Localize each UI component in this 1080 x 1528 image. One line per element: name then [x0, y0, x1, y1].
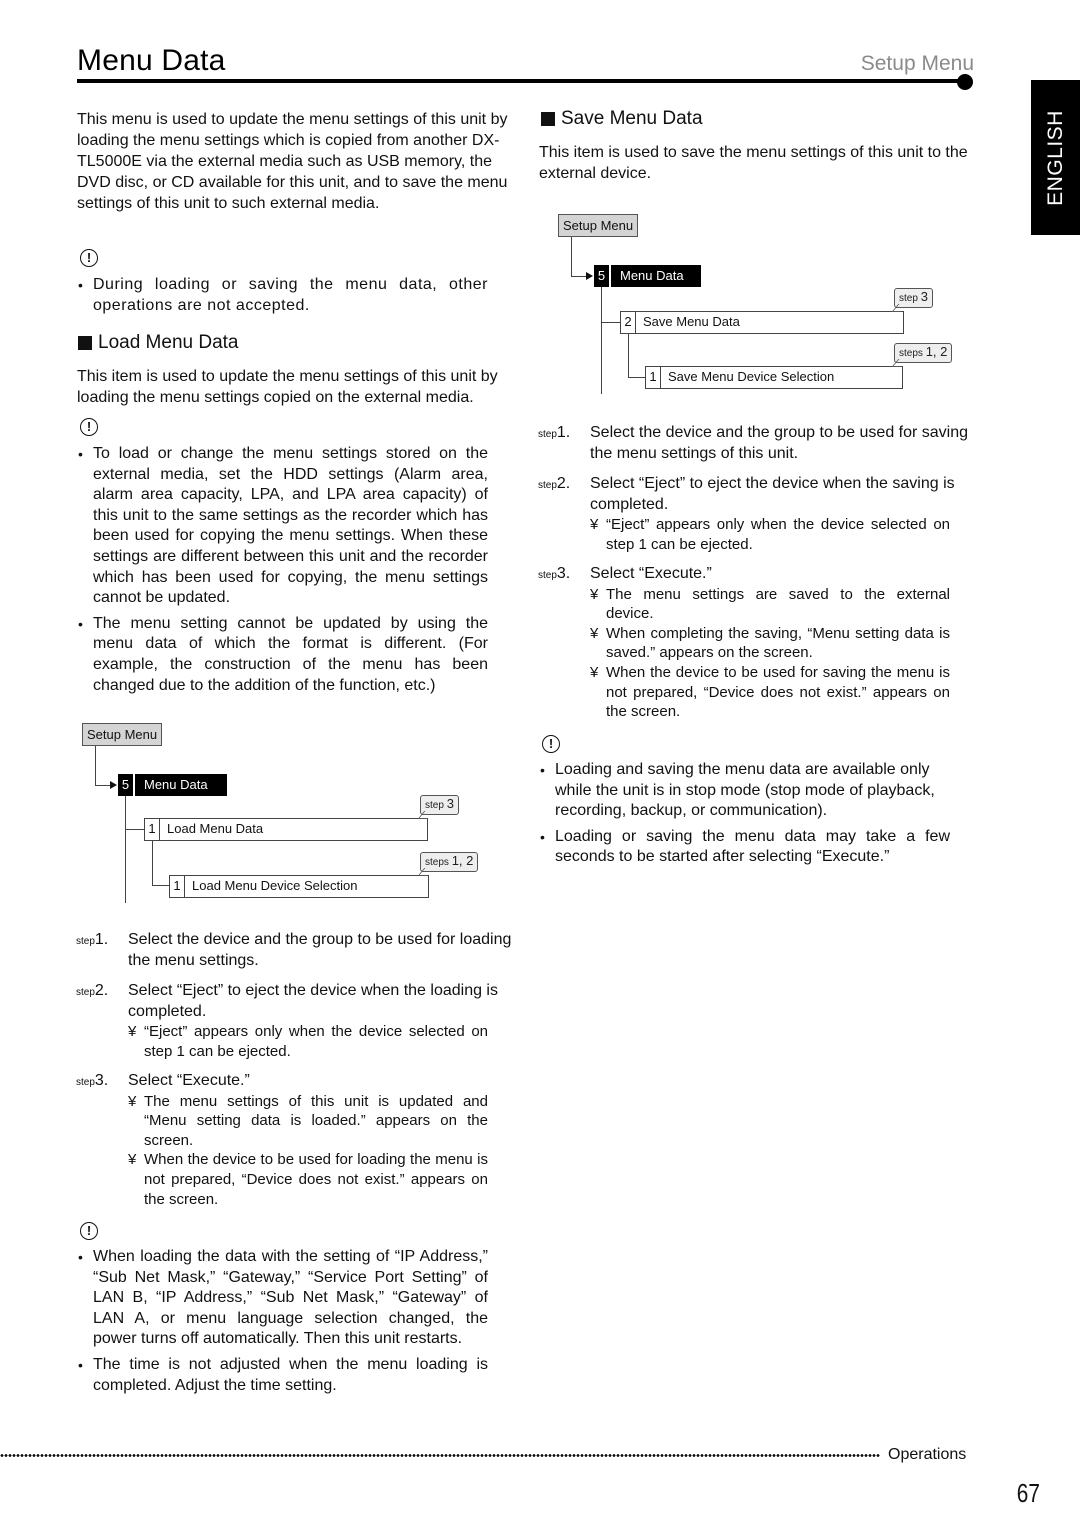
caution-icon: ! — [80, 1222, 98, 1240]
caution-icon: ! — [80, 418, 98, 436]
item-label: Load Menu Device Selection — [192, 878, 358, 893]
menu-item-load-menu-data[interactable]: 1 Load Menu Data — [144, 818, 428, 841]
step-text: Select the device and the group to be us… — [128, 931, 512, 969]
menu-label: Menu Data — [611, 265, 701, 287]
language-tab: ENGLISH — [1031, 80, 1080, 235]
item-number: 2 — [621, 312, 636, 333]
connector-line — [125, 829, 144, 831]
diagram-root-setup-menu: Setup Menu — [558, 214, 639, 237]
load-menu-diagram: Setup Menu 5 Menu Data 1 Load Menu Data … — [82, 723, 502, 903]
header-section-label: Setup Menu — [860, 52, 974, 75]
step-text: Select “Execute.” — [590, 565, 712, 583]
caution-item: Loading or saving the menu data may take… — [539, 827, 950, 868]
caution-icon: ! — [80, 249, 98, 267]
step-label: step2. — [538, 475, 571, 492]
load-heading: Load Menu Data — [78, 332, 239, 354]
step-note: ¥ The menu settings of this unit is updat… — [128, 1092, 488, 1149]
save-heading: Save Menu Data — [541, 108, 703, 130]
item-label: Save Menu Device Selection — [668, 369, 835, 384]
menu-label: Menu Data — [135, 774, 227, 796]
load-caution-list: To load or change the menu settings stor… — [77, 444, 488, 696]
step-label: step2. — [76, 982, 109, 999]
diagram-root-setup-menu: Setup Menu — [82, 723, 163, 746]
step-note: ¥ When the device to be used for loading … — [128, 1151, 488, 1208]
save-heading-text: Save Menu Data — [561, 108, 703, 129]
connector-line — [601, 287, 603, 394]
menu-item-load-device-selection[interactable]: 1 Load Menu Device Selection — [169, 875, 429, 898]
item-label: Load Menu Data — [167, 821, 264, 836]
connector-line — [628, 377, 645, 379]
item-number: 1 — [145, 819, 160, 840]
step-label: step3. — [538, 565, 571, 583]
item-number: 1 — [170, 876, 185, 897]
connector-line — [571, 237, 573, 277]
menu-number: 5 — [594, 265, 609, 287]
load-steps: step1. Select the device and the group t… — [76, 930, 513, 1209]
step-3: step3. Select “Execute.” ¥ The menu setti… — [538, 564, 976, 722]
intro-caution-list: During loading or saving the menu data, … — [77, 275, 488, 316]
caution-item: Loading and saving the menu data are ava… — [539, 760, 950, 822]
save-steps: step1. Select the device and the group t… — [538, 423, 976, 722]
connector-line — [125, 796, 127, 903]
step-note: ¥ When the device to be used for saving t… — [590, 664, 950, 721]
step-label: step1. — [538, 424, 571, 441]
caution-icon: ! — [542, 735, 560, 753]
load-heading-text: Load Menu Data — [98, 332, 239, 353]
step-note: ¥ “Eject” appears only when the device se… — [128, 1023, 488, 1060]
page-number: 67 — [1016, 1478, 1040, 1508]
item-label: Save Menu Data — [643, 314, 740, 329]
caution-item: When loading the data with the setting o… — [77, 1247, 488, 1350]
connector-line — [152, 885, 169, 887]
footer-dotted-rule — [0, 1453, 880, 1458]
step-note: ¥ The menu settings are saved to the exte… — [590, 585, 950, 623]
step-2: step2. Select “Eject” to eject the devic… — [76, 981, 513, 1061]
caution-item: During loading or saving the menu data, … — [77, 275, 488, 316]
step-note: ¥ When completing the saving, “Menu setti… — [590, 624, 950, 662]
step-1: step1. Select the device and the group t… — [538, 423, 976, 464]
save-final-caution-list: Loading and saving the menu data are ava… — [539, 760, 950, 868]
item-number: 1 — [646, 367, 661, 388]
language-tab-label: ENGLISH — [1043, 109, 1067, 206]
page-title: Menu Data — [77, 44, 226, 77]
connector-line — [628, 334, 630, 377]
step-1: step1. Select the device and the group t… — [76, 930, 513, 971]
load-final-caution-list: When loading the data with the setting o… — [77, 1247, 488, 1396]
header-rule — [77, 79, 963, 83]
step-label: step1. — [76, 931, 109, 948]
step-text: Select “Eject” to eject the device when … — [590, 475, 955, 513]
menu-item-save-menu-data[interactable]: 2 Save Menu Data — [620, 311, 904, 334]
square-bullet-icon — [78, 336, 92, 350]
square-bullet-icon — [541, 112, 555, 126]
save-menu-diagram: Setup Menu 5 Menu Data 2 Save Menu Data … — [558, 214, 978, 394]
intro-paragraph: This menu is used to update the menu set… — [77, 111, 508, 212]
step-label: step3. — [76, 1072, 109, 1090]
header-rule-dot — [957, 74, 973, 90]
connector-line — [95, 746, 97, 786]
menu-item-save-device-selection[interactable]: 1 Save Menu Device Selection — [645, 366, 903, 389]
arrow-right-icon — [586, 272, 593, 280]
arrow-right-icon — [110, 781, 117, 789]
step-2: step2. Select “Eject” to eject the devic… — [538, 474, 976, 554]
connector-line — [152, 841, 154, 886]
caution-item: The menu setting cannot be updated by us… — [77, 614, 488, 696]
menu-number: 5 — [118, 774, 133, 796]
step-text: Select “Execute.” — [128, 1072, 250, 1090]
load-description: This item is used to update the menu set… — [77, 368, 498, 406]
caution-item: The time is not adjusted when the menu l… — [77, 1355, 488, 1396]
save-description: This item is used to save the menu setti… — [539, 144, 968, 182]
step-note: ¥ “Eject” appears only when the device se… — [590, 516, 950, 553]
connector-line — [601, 322, 620, 324]
step-text: Select “Eject” to eject the device when … — [128, 982, 498, 1020]
caution-item: To load or change the menu settings stor… — [77, 444, 488, 609]
step-3: step3. Select “Execute.” ¥ The menu setti… — [76, 1071, 513, 1209]
step-text: Select the device and the group to be us… — [590, 424, 969, 462]
footer-section-label: Operations — [888, 1446, 967, 1463]
